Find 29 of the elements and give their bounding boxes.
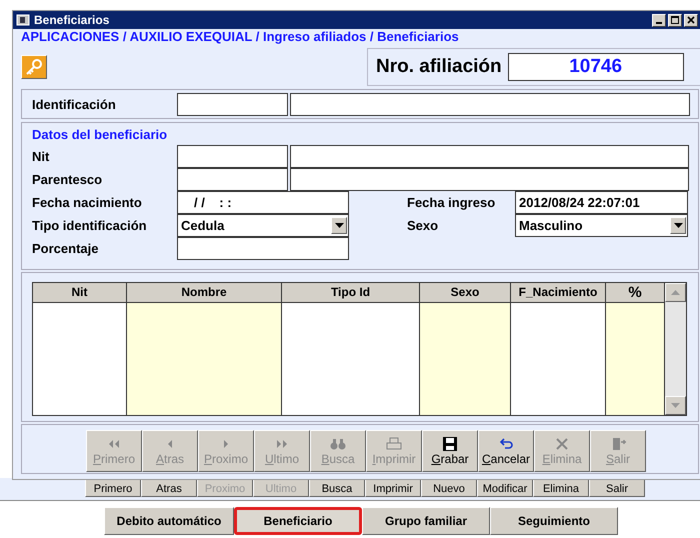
- id-type-label: Tipo identificación: [32, 218, 148, 233]
- column-header[interactable]: Nombre: [127, 283, 281, 303]
- id-type-dropdown[interactable]: Cedula: [177, 214, 349, 237]
- column-header[interactable]: Sexo: [420, 283, 510, 303]
- relationship-label: Parentesco: [32, 172, 104, 187]
- column-header[interactable]: Tipo Id: [282, 283, 419, 303]
- undo-button[interactable]: Cancelar: [478, 430, 534, 472]
- window-title: Beneficiarios: [34, 13, 110, 27]
- column-header[interactable]: F_Nacimiento: [511, 283, 605, 303]
- tab[interactable]: Debito automático: [104, 507, 234, 535]
- entry-date-label: Fecha ingreso: [407, 195, 496, 210]
- affiliation-label: Nro. afiliación: [376, 56, 502, 78]
- nit-label: Nit: [32, 149, 50, 164]
- tab[interactable]: Seguimiento: [490, 507, 618, 535]
- birth-date-label: Fecha nacimiento: [32, 195, 143, 210]
- sex-dropdown[interactable]: Masculino: [515, 214, 688, 237]
- column-header[interactable]: %: [606, 283, 664, 303]
- sex-label: Sexo: [407, 218, 440, 233]
- breadcrumb: APLICACIONES / AUXILIO EXEQUIAL / Ingreso afiliados / Beneficiarios: [21, 29, 460, 45]
- affiliation-number: 10746: [508, 53, 684, 81]
- column-header[interactable]: Nit: [33, 283, 126, 303]
- section-title: Datos del beneficiario: [32, 127, 168, 142]
- identification-label: Identificación: [32, 96, 117, 112]
- tab[interactable]: Beneficiario: [234, 507, 362, 535]
- save-button[interactable]: Grabar: [422, 430, 478, 472]
- birth-date-field[interactable]: / / : :: [177, 191, 349, 214]
- percentage-label: Porcentaje: [32, 241, 100, 256]
- entry-date-field[interactable]: 2012/08/24 22:07:01: [515, 191, 688, 214]
- tab[interactable]: Grupo familiar: [362, 507, 490, 535]
